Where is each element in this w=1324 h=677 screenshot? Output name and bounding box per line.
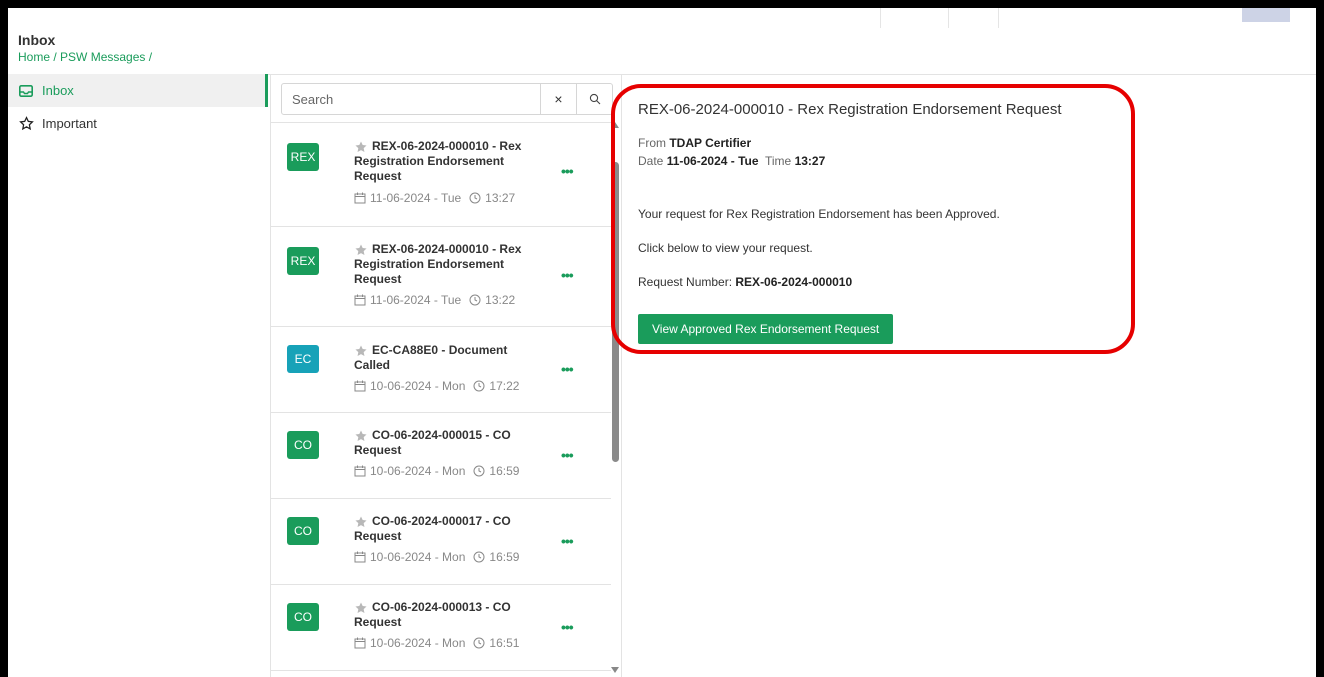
calendar-icon [354, 294, 366, 306]
message-time: 16:59 [489, 464, 520, 478]
list-item[interactable]: CO CO-06-2024-000013 - CO Request 10-06-… [271, 585, 611, 671]
time-value: 13:27 [794, 154, 826, 168]
message-time: 16:59 [489, 550, 520, 564]
more-options-button[interactable]: ••• [561, 361, 574, 377]
from-value: TDAP Certifier [669, 136, 752, 150]
message-badge: REX [287, 143, 319, 171]
message-badge: EC [287, 345, 319, 373]
more-options-button[interactable]: ••• [561, 163, 574, 179]
search-button[interactable] [576, 84, 612, 114]
more-options-button[interactable]: ••• [561, 619, 574, 635]
message-badge: REX [287, 247, 319, 275]
clock-icon [473, 465, 485, 477]
breadcrumb-home[interactable]: Home [18, 50, 50, 64]
message-detail: REX-06-2024-000010 - Rex Registration En… [611, 74, 1316, 677]
calendar-icon [354, 637, 366, 649]
message-subject: REX-06-2024-000010 - Rex Registration En… [354, 139, 522, 183]
sidebar-item-label: Important [42, 116, 97, 131]
top-divider [880, 8, 881, 28]
message-badge: CO [287, 603, 319, 631]
detail-title: REX-06-2024-000010 - Rex Registration En… [638, 101, 1062, 118]
message-date: 11-06-2024 - Tue [370, 191, 462, 205]
request-label: Request Number: [638, 275, 733, 289]
detail-date: Date 11-06-2024 - Tue Time 13:27 [638, 154, 825, 168]
top-divider [998, 8, 999, 28]
calendar-icon [354, 380, 366, 392]
clock-icon [473, 380, 485, 392]
more-options-button[interactable]: ••• [561, 267, 574, 283]
star-outline-icon [18, 116, 34, 132]
message-badge: CO [287, 431, 319, 459]
sidebar: Inbox Important [8, 74, 268, 677]
date-label: Date [638, 154, 664, 168]
breadcrumb: Home / PSW Messages / [18, 50, 153, 64]
message-date: 10-06-2024 - Mon [370, 636, 466, 650]
message-meta: 10-06-2024 - Mon 16:59 [354, 464, 519, 478]
from-label: From [638, 136, 666, 150]
sidebar-item-label: Inbox [42, 83, 74, 98]
message-time: 13:22 [485, 293, 516, 307]
calendar-icon [354, 551, 366, 563]
message-date: 10-06-2024 - Mon [370, 550, 466, 564]
detail-request-number: Request Number: REX-06-2024-000010 [638, 275, 852, 289]
sidebar-item-important[interactable]: Important [8, 107, 268, 140]
message-meta: 11-06-2024 - Tue 13:27 [354, 191, 515, 205]
more-options-button[interactable]: ••• [561, 447, 574, 463]
search-bar: × [281, 83, 613, 115]
message-date: 11-06-2024 - Tue [370, 293, 462, 307]
top-divider [948, 8, 949, 28]
scroll-down-icon[interactable] [611, 667, 619, 673]
clear-search-button[interactable]: × [540, 84, 576, 114]
list-item[interactable]: REX REX-06-2024-000010 - Rex Registratio… [271, 227, 611, 327]
message-date: 10-06-2024 - Mon [370, 464, 466, 478]
calendar-icon [354, 192, 366, 204]
clock-icon [469, 192, 481, 204]
calendar-icon [354, 465, 366, 477]
detail-body-line1: Your request for Rex Registration Endors… [638, 207, 1000, 221]
message-subject: EC-CA88E0 - Document Called [354, 343, 508, 372]
view-request-button[interactable]: View Approved Rex Endorsement Request [638, 314, 894, 344]
inbox-icon [18, 83, 34, 99]
message-meta: 10-06-2024 - Mon 17:22 [354, 379, 519, 393]
message-meta: 10-06-2024 - Mon 16:51 [354, 636, 519, 650]
message-subject: CO-06-2024-000015 - CO Request [354, 428, 511, 457]
page-title: Inbox [18, 32, 56, 48]
request-value: REX-06-2024-000010 [735, 275, 853, 289]
message-subject: CO-06-2024-000013 - CO Request [354, 600, 511, 629]
top-tab[interactable] [1242, 8, 1290, 22]
list-item[interactable]: REX REX-06-2024-000010 - Rex Registratio… [271, 123, 611, 227]
message-time: 13:27 [485, 191, 516, 205]
clock-icon [469, 294, 481, 306]
search-input[interactable] [282, 84, 540, 114]
detail-from: From TDAP Certifier [638, 136, 751, 150]
message-list: REX REX-06-2024-000010 - Rex Registratio… [271, 122, 611, 677]
message-subject: CO-06-2024-000017 - CO Request [354, 514, 511, 543]
clock-icon [473, 637, 485, 649]
message-meta: 11-06-2024 - Tue 13:22 [354, 293, 515, 307]
message-time: 17:22 [489, 379, 520, 393]
more-options-button[interactable]: ••• [561, 533, 574, 549]
message-time: 16:51 [489, 636, 520, 650]
message-meta: 10-06-2024 - Mon 16:59 [354, 550, 519, 564]
list-item[interactable]: CO CO-06-2024-000015 - CO Request 10-06-… [271, 413, 611, 499]
top-bar [8, 8, 1316, 28]
time-label: Time [764, 154, 792, 168]
message-badge: CO [287, 517, 319, 545]
list-item[interactable]: CO CO-06-2024-000017 - CO Request 10-06-… [271, 499, 611, 585]
list-item[interactable]: EC EC-CA88E0 - Document Called 10-06-202… [271, 327, 611, 413]
app-window: Inbox Home / PSW Messages / Inbox Import… [8, 8, 1316, 677]
detail-body-line2: Click below to view your request. [638, 241, 813, 255]
message-subject: REX-06-2024-000010 - Rex Registration En… [354, 242, 522, 286]
page-header: Inbox Home / PSW Messages / [18, 32, 152, 64]
breadcrumb-psw-messages[interactable]: PSW Messages [60, 50, 145, 64]
date-value: 11-06-2024 - Tue [666, 154, 759, 168]
search-icon [589, 93, 600, 105]
clock-icon [473, 551, 485, 563]
message-list-panel: × REX REX-06-2024-000010 - Rex Registrat… [270, 74, 622, 677]
close-icon: × [554, 91, 563, 107]
message-date: 10-06-2024 - Mon [370, 379, 466, 393]
sidebar-item-inbox[interactable]: Inbox [8, 74, 268, 107]
